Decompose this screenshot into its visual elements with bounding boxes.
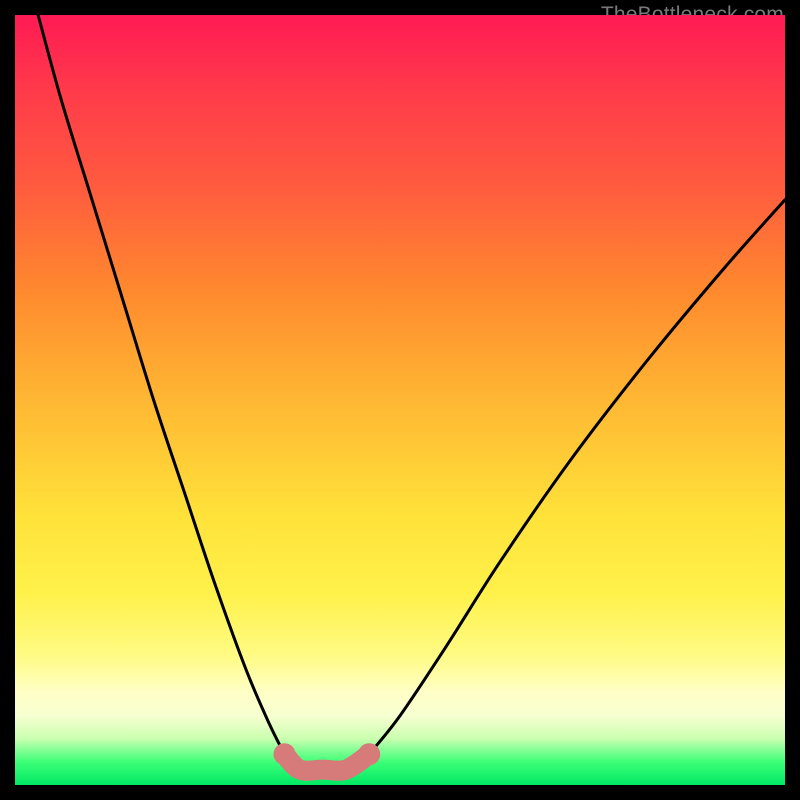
bottleneck-curve [15, 15, 785, 785]
plot-area [15, 15, 785, 785]
valley-end-dot [358, 743, 380, 765]
chart-frame: TheBottleneck.com [0, 0, 800, 800]
left-branch [38, 15, 284, 754]
right-branch [369, 200, 785, 754]
valley-floor [285, 754, 370, 771]
valley-end-dot [274, 743, 296, 765]
